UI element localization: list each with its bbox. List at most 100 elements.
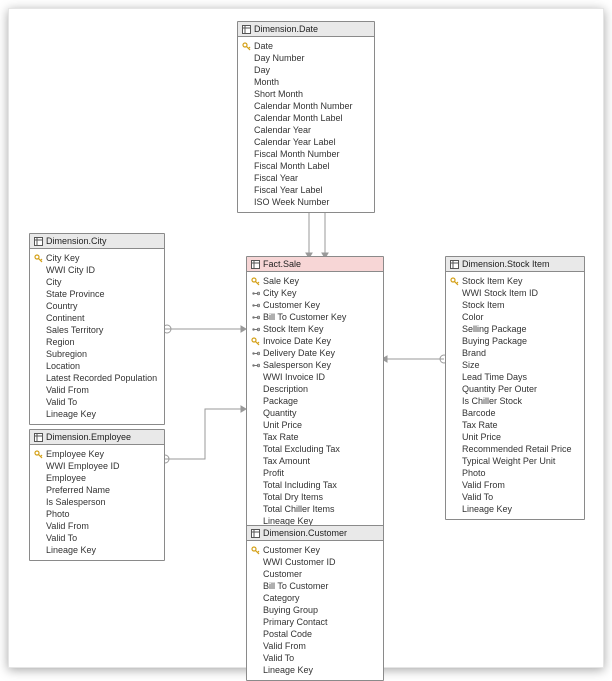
column-row[interactable]: Valid From [450,479,580,491]
column-row[interactable]: WWI City ID [34,264,160,276]
column-name: Invoice Date Key [263,335,331,347]
column-row[interactable]: Day Number [242,52,370,64]
column-row[interactable]: Sale Key [251,275,379,287]
table-icon [242,25,251,34]
column-row[interactable]: Postal Code [251,628,379,640]
column-row[interactable]: Invoice Date Key [251,335,379,347]
column-row[interactable]: WWI Customer ID [251,556,379,568]
column-row[interactable]: Photo [450,467,580,479]
column-row[interactable]: Stock Item Key [450,275,580,287]
column-row[interactable]: Lineage Key [34,544,160,556]
column-row[interactable]: Unit Price [450,431,580,443]
column-row[interactable]: WWI Employee ID [34,460,160,472]
column-row[interactable]: Unit Price [251,419,379,431]
column-row[interactable]: Tax Rate [450,419,580,431]
column-row[interactable]: Total Excluding Tax [251,443,379,455]
column-row[interactable]: Customer [251,568,379,580]
column-name: City Key [46,252,80,264]
column-row[interactable]: Calendar Month Number [242,100,370,112]
column-row[interactable]: Profit [251,467,379,479]
column-row[interactable]: Valid To [251,652,379,664]
column-row[interactable]: Employee Key [34,448,160,460]
column-row[interactable]: Tax Rate [251,431,379,443]
column-row[interactable]: Subregion [34,348,160,360]
diagram-canvas[interactable]: Dimension.Date DateDay NumberDayMonthSho… [8,8,604,668]
column-row[interactable]: Barcode [450,407,580,419]
table-fact-sale[interactable]: Fact.Sale Sale KeyCity KeyCustomer KeyBi… [246,256,384,532]
column-row[interactable]: Valid To [34,396,160,408]
column-row[interactable]: Continent [34,312,160,324]
column-row[interactable]: Calendar Month Label [242,112,370,124]
column-row[interactable]: Buying Package [450,335,580,347]
column-row[interactable]: Month [242,76,370,88]
column-row[interactable]: Lead Time Days [450,371,580,383]
column-row[interactable]: Region [34,336,160,348]
column-row[interactable]: Description [251,383,379,395]
column-row[interactable]: Color [450,311,580,323]
column-row[interactable]: Date [242,40,370,52]
column-row[interactable]: Photo [34,508,160,520]
column-row[interactable]: Valid To [34,532,160,544]
column-row[interactable]: Sales Territory [34,324,160,336]
column-row[interactable]: City [34,276,160,288]
column-row[interactable]: Typical Weight Per Unit [450,455,580,467]
table-dimension-date[interactable]: Dimension.Date DateDay NumberDayMonthSho… [237,21,375,213]
column-row[interactable]: Lineage Key [251,664,379,676]
column-row[interactable]: City Key [251,287,379,299]
column-row[interactable]: Tax Amount [251,455,379,467]
column-row[interactable]: Lineage Key [34,408,160,420]
column-row[interactable]: Size [450,359,580,371]
column-row[interactable]: Country [34,300,160,312]
column-row[interactable]: Valid From [34,384,160,396]
column-row[interactable]: Fiscal Month Label [242,160,370,172]
column-row[interactable]: Quantity [251,407,379,419]
column-row[interactable]: Short Month [242,88,370,100]
column-row[interactable]: Package [251,395,379,407]
column-row[interactable]: Employee [34,472,160,484]
column-row[interactable]: Valid From [34,520,160,532]
table-dimension-city[interactable]: Dimension.City City KeyWWI City IDCitySt… [29,233,165,425]
column-row[interactable]: Fiscal Month Number [242,148,370,160]
column-row[interactable]: Valid To [450,491,580,503]
column-row[interactable]: Fiscal Year Label [242,184,370,196]
column-name: State Province [46,288,105,300]
column-row[interactable]: Latest Recorded Population [34,372,160,384]
column-row[interactable]: Category [251,592,379,604]
column-row[interactable]: Location [34,360,160,372]
column-row[interactable]: Salesperson Key [251,359,379,371]
column-row[interactable]: WWI Stock Item ID [450,287,580,299]
column-row[interactable]: Total Dry Items [251,491,379,503]
column-row[interactable]: Recommended Retail Price [450,443,580,455]
column-row[interactable]: Customer Key [251,544,379,556]
column-row[interactable]: Is Chiller Stock [450,395,580,407]
column-row[interactable]: Day [242,64,370,76]
column-row[interactable]: Primary Contact [251,616,379,628]
column-row[interactable]: Is Salesperson [34,496,160,508]
column-row[interactable]: Preferred Name [34,484,160,496]
column-row[interactable]: State Province [34,288,160,300]
column-name: Day [254,64,270,76]
table-dimension-customer[interactable]: Dimension.Customer Customer KeyWWI Custo… [246,525,384,681]
column-row[interactable]: Bill To Customer Key [251,311,379,323]
column-row[interactable]: WWI Invoice ID [251,371,379,383]
column-row[interactable]: Valid From [251,640,379,652]
column-row[interactable]: Stock Item [450,299,580,311]
column-row[interactable]: Total Including Tax [251,479,379,491]
column-row[interactable]: Fiscal Year [242,172,370,184]
column-row[interactable]: Calendar Year Label [242,136,370,148]
column-row[interactable]: Delivery Date Key [251,347,379,359]
column-row[interactable]: Total Chiller Items [251,503,379,515]
column-row[interactable]: Calendar Year [242,124,370,136]
column-row[interactable]: Quantity Per Outer [450,383,580,395]
column-row[interactable]: Lineage Key [450,503,580,515]
table-dimension-employee[interactable]: Dimension.Employee Employee KeyWWI Emplo… [29,429,165,561]
column-row[interactable]: Customer Key [251,299,379,311]
table-dimension-stock-item[interactable]: Dimension.Stock Item Stock Item KeyWWI S… [445,256,585,520]
column-row[interactable]: ISO Week Number [242,196,370,208]
column-row[interactable]: Selling Package [450,323,580,335]
column-row[interactable]: City Key [34,252,160,264]
column-row[interactable]: Brand [450,347,580,359]
column-row[interactable]: Buying Group [251,604,379,616]
column-row[interactable]: Bill To Customer [251,580,379,592]
column-row[interactable]: Stock Item Key [251,323,379,335]
